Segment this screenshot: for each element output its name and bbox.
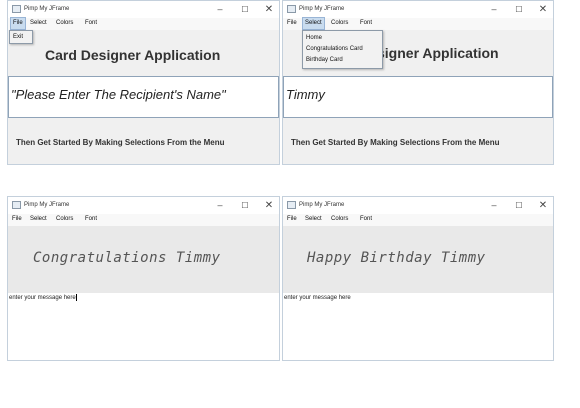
menu-colors[interactable]: Colors [329, 18, 350, 29]
recipient-name-field[interactable]: Timmy [283, 76, 553, 118]
home-panel: Card Designer Application "Please Enter … [8, 30, 279, 164]
minimize-icon[interactable]: – [213, 200, 227, 211]
instruction-text: Then Get Started By Making Selections Fr… [291, 138, 500, 147]
menu-item-congratulations-card[interactable]: Congratulations Card [306, 45, 363, 53]
window-title: Pimp My JFrame [299, 202, 345, 208]
menu-font[interactable]: Font [83, 214, 99, 225]
java-app-icon [12, 5, 21, 13]
minimize-icon[interactable]: – [213, 4, 227, 15]
maximize-icon[interactable]: ☐ [512, 200, 526, 211]
menu-bar: File Select Colors Font [8, 214, 279, 226]
menu-colors[interactable]: Colors [329, 214, 350, 225]
menu-file[interactable]: File [285, 214, 299, 225]
menu-colors[interactable]: Colors [54, 214, 75, 225]
card-panel: Happy Birthday Timmy enter your message … [283, 226, 553, 360]
title-bar[interactable]: Pimp My JFrame – ☐ ✕ [283, 197, 553, 214]
menu-file[interactable]: File [285, 18, 299, 29]
menu-item-home[interactable]: Home [306, 34, 322, 42]
menu-file[interactable]: File [10, 214, 24, 225]
menu-bar: File Select Colors Font [283, 214, 553, 226]
maximize-icon[interactable]: ☐ [238, 200, 252, 211]
file-dropdown: Exit [9, 30, 33, 44]
instruction-text: Then Get Started By Making Selections Fr… [16, 138, 225, 147]
message-placeholder: enter your message here [284, 295, 351, 301]
message-textarea[interactable]: enter your message here [283, 293, 553, 360]
minimize-icon[interactable]: – [487, 4, 501, 15]
java-app-icon [12, 201, 21, 209]
menu-select[interactable]: Select [28, 214, 49, 225]
close-icon[interactable]: ✕ [536, 4, 550, 15]
close-icon[interactable]: ✕ [536, 200, 550, 211]
menu-bar: File Select Colors Font [8, 17, 279, 30]
recipient-name-value: Timmy [286, 87, 325, 102]
title-bar[interactable]: Pimp My JFrame – ☐ ✕ [8, 1, 279, 18]
window-congratulations-card: Pimp My JFrame – ☐ ✕ File Select Colors … [7, 196, 280, 361]
menu-file[interactable]: File [10, 17, 26, 30]
menu-colors[interactable]: Colors [54, 18, 75, 29]
window-birthday-card: Pimp My JFrame – ☐ ✕ File Select Colors … [282, 196, 554, 361]
title-bar[interactable]: Pimp My JFrame – ☐ ✕ [283, 1, 553, 18]
recipient-name-field[interactable]: "Please Enter The Recipient's Name" [8, 76, 279, 118]
card-panel: Congratulations Timmy enter your message… [8, 226, 279, 360]
message-textarea[interactable]: enter your message here [8, 293, 279, 360]
window-title: Pimp My JFrame [24, 202, 70, 208]
menu-item-birthday-card[interactable]: Birthday Card [306, 56, 343, 64]
maximize-icon[interactable]: ☐ [238, 4, 252, 15]
greeting-text: Congratulations Timmy [33, 250, 221, 266]
greeting-panel: Happy Birthday Timmy [283, 226, 553, 293]
menu-select[interactable]: Select [303, 214, 324, 225]
maximize-icon[interactable]: ☐ [512, 4, 526, 15]
title-bar[interactable]: Pimp My JFrame – ☐ ✕ [8, 197, 279, 214]
greeting-panel: Congratulations Timmy [8, 226, 279, 293]
menu-select[interactable]: Select [28, 18, 49, 29]
menu-select[interactable]: Select [302, 17, 325, 30]
page-title: signer Application [377, 45, 499, 61]
page-title: Card Designer Application [45, 47, 221, 63]
window-home-file-menu: Pimp My JFrame – ☐ ✕ File Select Colors … [7, 0, 280, 165]
select-dropdown: Home Congratulations Card Birthday Card [302, 30, 383, 69]
menu-font[interactable]: Font [358, 214, 374, 225]
window-title: Pimp My JFrame [299, 6, 345, 12]
window-title: Pimp My JFrame [24, 6, 70, 12]
menu-font[interactable]: Font [358, 18, 374, 29]
recipient-name-prompt: "Please Enter The Recipient's Name" [11, 87, 226, 102]
message-placeholder: enter your message here [9, 295, 76, 302]
minimize-icon[interactable]: – [487, 200, 501, 211]
message-text: enter your message here [9, 294, 77, 302]
menu-font[interactable]: Font [83, 18, 99, 29]
java-app-icon [287, 201, 296, 209]
window-home-select-menu: Pimp My JFrame – ☐ ✕ File Select Colors … [282, 0, 554, 165]
close-icon[interactable]: ✕ [262, 200, 276, 211]
menu-item-exit[interactable]: Exit [13, 33, 23, 41]
text-cursor [75, 294, 77, 301]
java-app-icon [287, 5, 296, 13]
menu-bar: File Select Colors Font [283, 17, 553, 30]
greeting-text: Happy Birthday Timmy [307, 250, 486, 266]
close-icon[interactable]: ✕ [262, 4, 276, 15]
